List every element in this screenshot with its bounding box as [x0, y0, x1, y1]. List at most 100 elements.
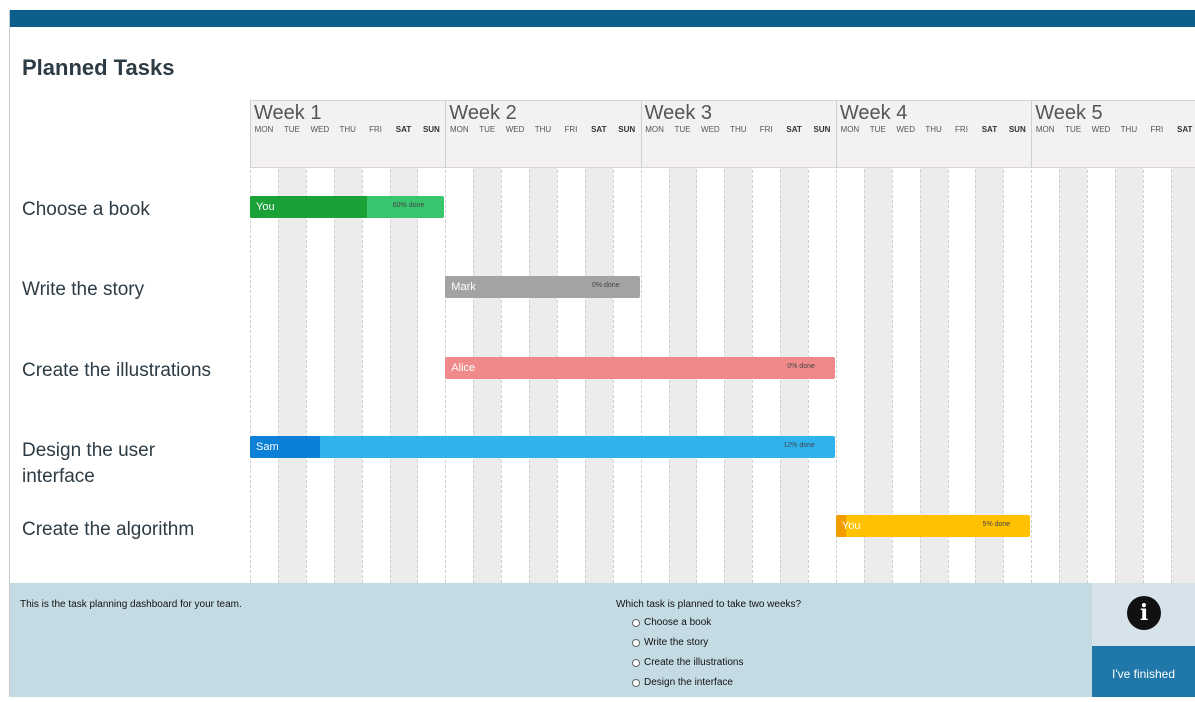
day-label: THU [925, 125, 942, 134]
finished-button[interactable]: I've finished [1092, 646, 1195, 697]
question-panel: This is the task planning dashboard for … [10, 583, 1092, 697]
day-label: SUN [813, 125, 831, 134]
week-separator [445, 100, 447, 168]
day-column [919, 100, 948, 583]
radio-icon[interactable] [632, 678, 640, 687]
task-owner: You [841, 520, 861, 532]
task-label-algorithm: Create the algorithm [22, 519, 195, 540]
day-column [529, 100, 557, 583]
day-label: WED [701, 125, 720, 134]
week-label: Week 1 [254, 102, 322, 124]
option-label: Design the interface [644, 677, 733, 688]
day-label: FRI [759, 125, 773, 134]
week-label: Week 5 [1035, 102, 1103, 124]
day-column [361, 100, 390, 583]
day-column [250, 100, 278, 583]
day-label: SAT [591, 125, 607, 134]
radio-icon[interactable] [632, 638, 640, 647]
day-column [333, 100, 362, 583]
week-separator [835, 100, 837, 168]
day-column [556, 100, 585, 583]
question-text: Which task is planned to take two weeks? [616, 599, 802, 610]
day-column [752, 100, 780, 583]
day-label: MON [645, 125, 664, 134]
day-label: WED [505, 125, 525, 134]
task-done-label: 0% done [591, 282, 620, 289]
day-label: TUE [1065, 125, 1082, 134]
task-bar[interactable]: Sam 12% done [250, 436, 835, 458]
info-icon[interactable]: i [1127, 596, 1161, 630]
task-owner: Mark [451, 281, 476, 293]
day-label: SAT [395, 125, 412, 134]
day-column [1087, 100, 1115, 583]
task-owner: You [256, 201, 275, 213]
day-column [1114, 100, 1143, 583]
top-bar [10, 10, 1195, 27]
task-label-write-story: Write the story [22, 279, 145, 300]
week-label: Week 4 [839, 102, 908, 124]
day-column [501, 100, 529, 583]
task-done-label: 60% done [392, 202, 425, 209]
option-write-story[interactable]: Write the story [632, 637, 708, 648]
task-label-choose-book: Choose a book [22, 199, 150, 220]
day-label: FRI [369, 125, 383, 134]
day-column [1059, 100, 1088, 583]
day-label: FRI [1150, 125, 1164, 134]
panel-description: This is the task planning dashboard for … [20, 599, 242, 610]
day-label: SUN [1008, 125, 1026, 134]
day-column [445, 100, 473, 583]
day-label: WED [896, 125, 916, 134]
day-column [1142, 100, 1171, 583]
day-column [724, 100, 753, 583]
day-column [835, 100, 864, 583]
day-label: TUE [869, 125, 886, 134]
day-column [277, 100, 306, 583]
option-label: Create the illustrations [644, 657, 744, 668]
task-owner: Sam [256, 441, 279, 453]
option-label: Choose a book [644, 617, 712, 628]
week-separator [250, 100, 251, 168]
task-done-label: 12% done [783, 442, 815, 449]
day-column [612, 100, 641, 583]
day-label: TUE [283, 125, 300, 134]
day-label: THU [534, 125, 552, 134]
task-done-label: 5% done [982, 521, 1011, 528]
option-label: Write the story [644, 637, 709, 648]
day-column [975, 100, 1004, 583]
day-column [417, 100, 445, 583]
week-label: Week 2 [449, 102, 517, 124]
task-bar[interactable]: Alice 0% done [445, 357, 835, 379]
option-illustrations[interactable]: Create the illustrations [632, 657, 744, 668]
day-label: TUE [479, 125, 496, 134]
task-bar[interactable]: Mark 0% done [445, 276, 640, 298]
day-column [863, 100, 892, 583]
day-label: TUE [674, 125, 691, 134]
day-column [389, 100, 418, 583]
gantt-chart: Week 1 MON TUE WED THU FRI SAT SUN Week 2 MON TUE W… [250, 100, 1195, 583]
radio-icon[interactable] [632, 658, 640, 667]
task-bar[interactable]: You 60% done [250, 196, 445, 218]
day-column [1031, 100, 1059, 583]
day-column [668, 100, 697, 583]
day-column [1170, 100, 1195, 583]
day-label: FRI [955, 125, 968, 134]
day-label: SAT [786, 125, 802, 134]
info-box: i [1092, 583, 1195, 646]
task-bar[interactable]: You 5% done [835, 515, 1031, 537]
day-label: FRI [564, 125, 578, 134]
day-label: SAT [1176, 125, 1193, 134]
day-label: WED [1091, 125, 1111, 134]
week-label: Week 3 [644, 102, 713, 124]
option-design-interface[interactable]: Design the interface [632, 677, 733, 688]
option-choose-book[interactable]: Choose a book [632, 617, 711, 628]
day-label: SAT [981, 125, 998, 134]
task-label-illustrations: Create the illustrations [22, 360, 212, 381]
task-owner: Alice [451, 362, 476, 374]
task-done-label: 0% done [787, 363, 815, 370]
week-separator [1031, 100, 1033, 168]
radio-icon[interactable] [632, 618, 640, 627]
day-column [1003, 100, 1031, 583]
day-column [640, 100, 669, 583]
day-column [947, 100, 976, 583]
day-label: THU [1120, 125, 1138, 134]
